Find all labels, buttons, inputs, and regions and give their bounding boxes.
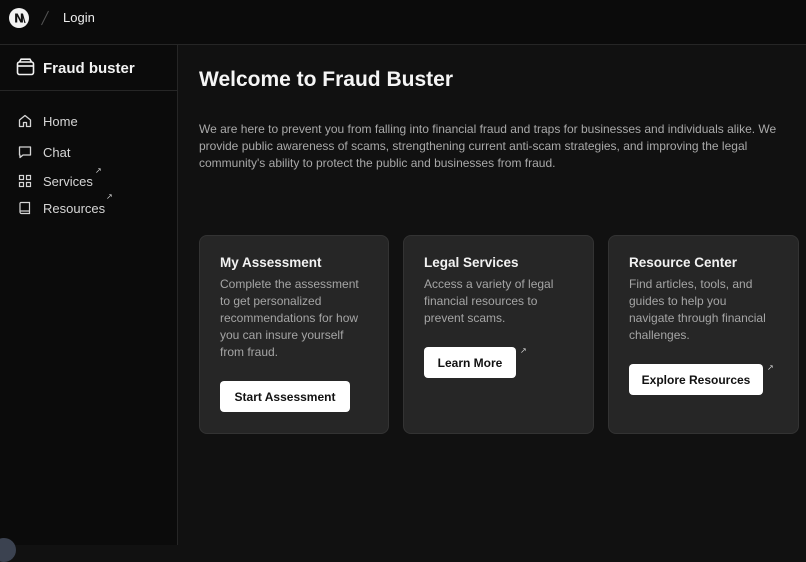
home-icon [18,114,32,128]
learn-more-button[interactable]: Learn More [424,347,516,378]
intro-text: We are here to prevent you from falling … [199,122,777,170]
store-icon [16,58,35,76]
external-link-icon: ↗ [106,192,113,201]
chat-icon [18,146,32,159]
logo-icon[interactable]: N [9,8,29,28]
sidebar-item-chat[interactable]: Chat [18,142,168,162]
card-description: Find articles, tools, and guides to help… [629,277,766,342]
sidebar-item-label: Home [43,113,78,129]
card-description: Access a variety of legal financial reso… [424,277,554,325]
avatar[interactable] [0,538,16,562]
top-bar: N Login [0,0,806,45]
grid-icon [18,174,32,188]
card-description: Complete the assessment to get personali… [220,277,359,359]
card-resource-center: Resource Center Find articles, tools, an… [608,235,799,434]
card-title: Legal Services [424,255,519,270]
svg-text:N: N [14,12,24,26]
card-legal-services: Legal Services Access a variety of legal… [403,235,594,434]
sidebar-item-label: Chat [43,144,71,160]
start-assessment-button[interactable]: Start Assessment [220,381,350,412]
external-link-icon: ↗ [520,346,527,355]
card-title: Resource Center [629,255,738,270]
sidebar-brand[interactable]: Fraud buster [0,45,177,91]
sidebar-item-label: Resources [43,200,106,216]
breadcrumb-login[interactable]: Login [63,10,95,25]
explore-resources-button[interactable]: Explore Resources [629,364,763,395]
sidebar-item-label: Services [43,173,93,189]
sidebar-item-resources[interactable]: Resources [18,198,168,218]
sidebar: Fraud buster Home Chat Services ↗ Resour… [0,45,178,562]
card-my-assessment: My Assessment Complete the assessment to… [199,235,389,434]
sidebar-item-services[interactable]: Services [18,171,168,191]
page-title: Welcome to Fraud Buster [199,68,453,91]
sidebar-item-home[interactable]: Home [18,111,168,131]
brand-title: Fraud buster [43,60,135,77]
external-link-icon: ↗ [767,363,774,372]
external-link-icon: ↗ [95,166,102,175]
book-icon [19,201,31,215]
breadcrumb-separator-icon [41,10,49,26]
card-title: My Assessment [220,255,322,270]
main-content: Welcome to Fraud Buster We are here to p… [178,45,806,545]
